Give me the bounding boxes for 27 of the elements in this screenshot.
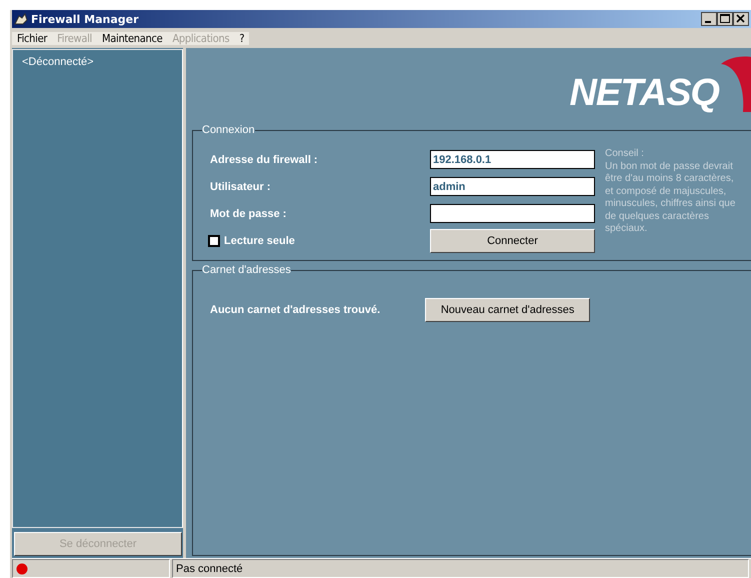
menu-item[interactable]: Fichier	[12, 32, 52, 44]
read-only-checkbox[interactable]	[208, 234, 220, 246]
new-address-book-button[interactable]: Nouveau carnet d'adresses	[425, 298, 590, 322]
status-text: Pas connecté	[176, 562, 243, 574]
hint-text: Un bon mot de passe devrait être d'au moins 8 caractères, et composé de majuscules, minuscules, chiffres ainsi que de quelques caractères spéciaux.	[605, 160, 736, 236]
app-icon	[14, 12, 28, 26]
input-field[interactable]	[430, 204, 595, 223]
menu-item[interactable]: Maintenance	[97, 32, 168, 44]
empty-message: Aucun carnet d'adresses trouvé.	[210, 304, 380, 316]
tree-item[interactable]: <Déconnecté>	[22, 56, 94, 68]
group-title: Carnet d'adresses	[202, 264, 291, 276]
field-label: Mot de passe :	[210, 208, 286, 220]
window-title: Firewall Manager	[31, 12, 139, 26]
logo-swoosh-icon	[721, 56, 751, 112]
logo: NETASQ	[569, 72, 719, 114]
group-title: Connexion	[202, 124, 255, 136]
maximize-button[interactable]	[717, 12, 733, 26]
field-label: Utilisateur :	[210, 180, 271, 192]
input-field[interactable]: 192.168.0.1	[430, 150, 595, 169]
close-button[interactable]	[733, 12, 749, 26]
input-field[interactable]: admin	[430, 177, 595, 196]
minimize-button[interactable]	[701, 12, 717, 26]
checkbox-label: Lecture seule	[224, 234, 295, 246]
hint-text: Conseil :	[605, 148, 645, 160]
connect-button[interactable]: Connecter	[430, 228, 595, 252]
menu-item[interactable]: ?	[234, 32, 250, 44]
field-label: Adresse du firewall :	[210, 154, 318, 166]
